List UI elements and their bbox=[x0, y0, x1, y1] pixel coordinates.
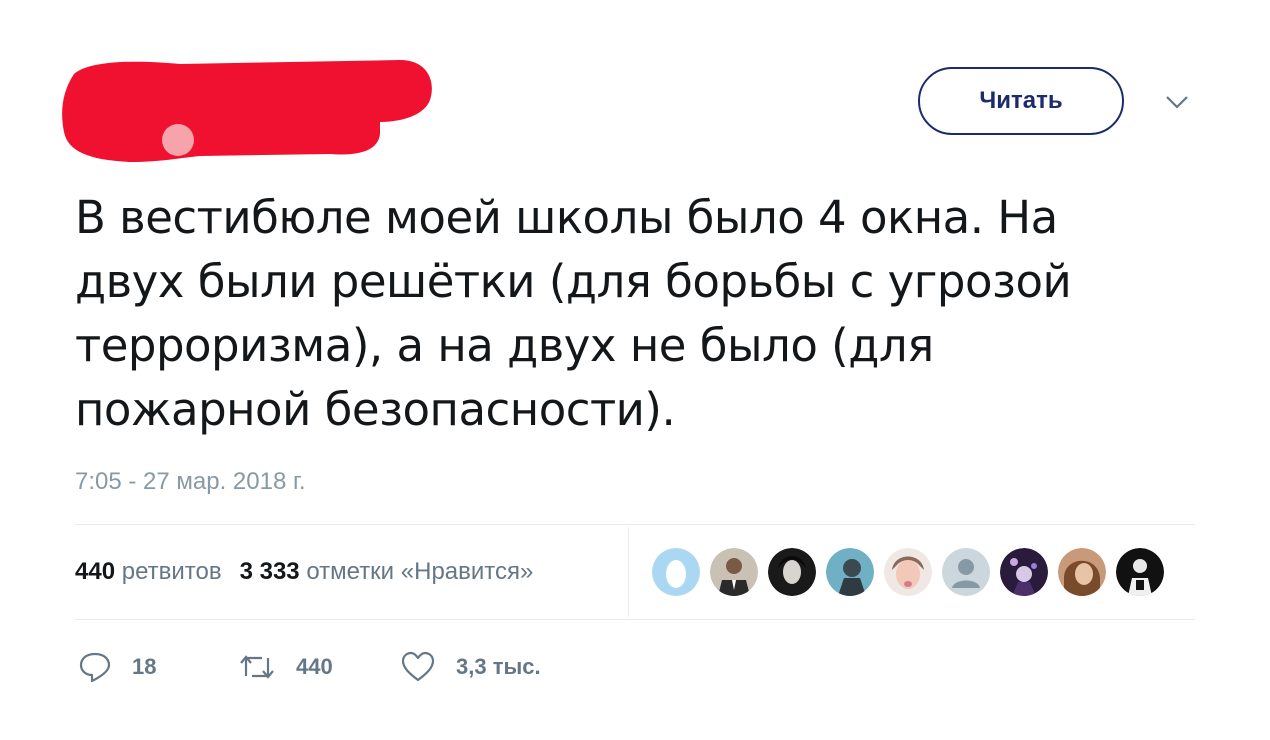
divider bbox=[628, 527, 629, 617]
divider bbox=[75, 524, 1195, 525]
retweets-stat[interactable]: 440 ретвитов bbox=[75, 558, 222, 585]
tweet-text-line: двух были решётки (для борьбы с угрозой bbox=[75, 255, 1072, 308]
avatar[interactable] bbox=[768, 548, 816, 596]
reply-count: 18 bbox=[132, 654, 157, 679]
retweets-label: ретвитов bbox=[121, 558, 222, 585]
tweet-timestamp[interactable]: 7:05 - 27 мар. 2018 г. bbox=[75, 468, 305, 496]
like-button[interactable]: 3,3 тыс. bbox=[400, 650, 541, 684]
retweet-button[interactable]: 440 bbox=[238, 650, 333, 684]
tweet-text-line: В вестибюле моей школы было 4 окна. На bbox=[75, 191, 1058, 244]
likes-stat[interactable]: 3 333 отметки «Нравится» bbox=[240, 558, 534, 585]
tweet-text: В вестибюле моей школы было 4 окна. На д… bbox=[75, 186, 1185, 442]
divider bbox=[75, 619, 1195, 620]
avatar[interactable] bbox=[652, 548, 700, 596]
reply-button[interactable]: 18 bbox=[78, 650, 156, 684]
avatar[interactable] bbox=[826, 548, 874, 596]
avatar[interactable] bbox=[710, 548, 758, 596]
heart-icon bbox=[401, 651, 435, 682]
retweets-count: 440 bbox=[75, 558, 116, 585]
redacted-author bbox=[62, 60, 432, 162]
likes-count: 3 333 bbox=[239, 558, 300, 585]
likes-label: отметки «Нравится» bbox=[306, 558, 534, 585]
retweet-count: 440 bbox=[296, 654, 333, 679]
like-count: 3,3 тыс. bbox=[456, 654, 541, 679]
tweet-text-line: терроризма), а на двух не было (для bbox=[75, 319, 934, 372]
reply-icon bbox=[79, 652, 111, 683]
avatar[interactable] bbox=[942, 548, 990, 596]
avatar[interactable] bbox=[1116, 548, 1164, 596]
tweet-text-line: пожарной безопасности). bbox=[75, 383, 676, 436]
retweet-icon bbox=[240, 655, 274, 679]
follow-button[interactable]: Читать bbox=[918, 67, 1124, 135]
avatar[interactable] bbox=[884, 548, 932, 596]
chevron-down-icon[interactable] bbox=[1163, 92, 1191, 112]
avatar[interactable] bbox=[1000, 548, 1048, 596]
engagement-stats: 440 ретвитов 3 333 отметки «Нравится» bbox=[75, 558, 533, 586]
avatar[interactable] bbox=[1058, 548, 1106, 596]
